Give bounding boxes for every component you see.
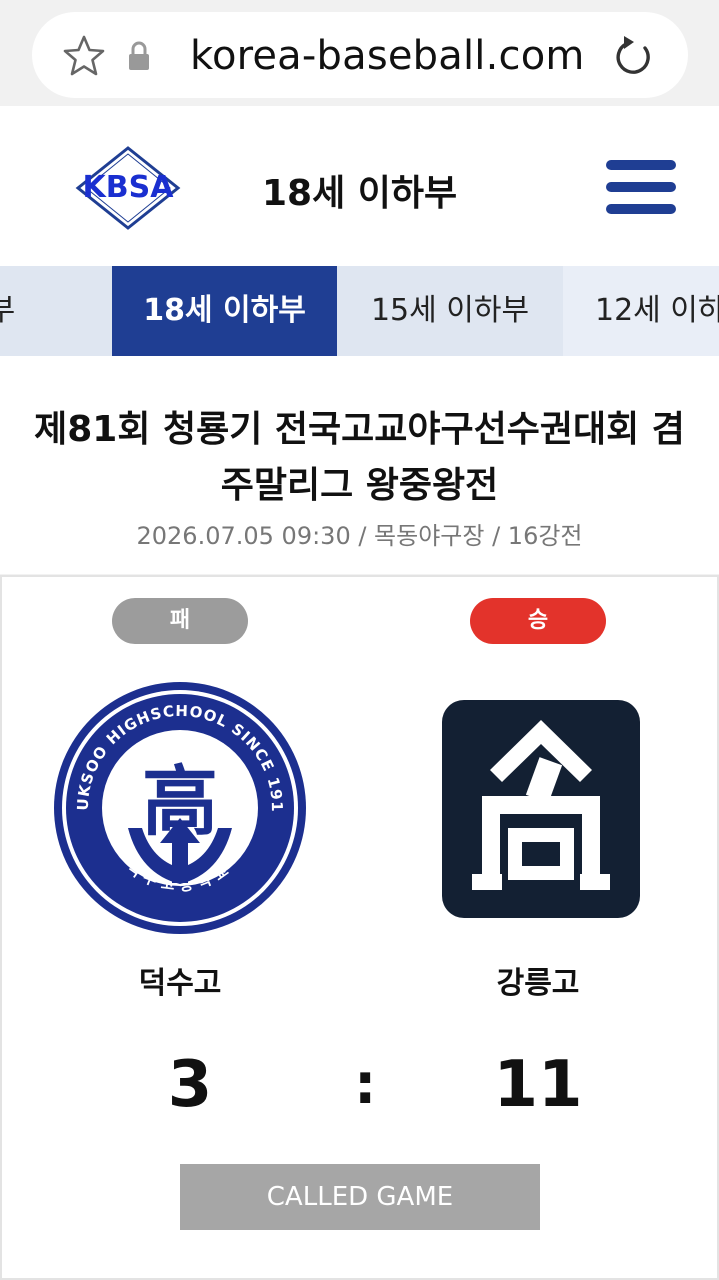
tab-university[interactable]: 학부: [0, 266, 112, 356]
score-separator: :: [354, 1052, 377, 1117]
star-outline-icon[interactable]: [62, 34, 106, 78]
page-title: 18세 이하부: [262, 173, 458, 214]
kbsa-logo[interactable]: KBSA: [66, 146, 190, 230]
home-score: 3: [167, 1048, 213, 1122]
lock-icon: [129, 41, 149, 70]
tab-under-18[interactable]: 18세 이하부: [112, 266, 337, 356]
game-meta: 2026.07.05 09:30 / 목동야구장 / 16강전: [136, 522, 583, 550]
svg-text:KBSA: KBSA: [83, 170, 175, 205]
home-team-name[interactable]: 덕수고: [70, 958, 290, 1002]
gangneung-emblem: [442, 700, 640, 918]
url-text[interactable]: korea-baseball.com: [190, 30, 585, 82]
game-status-button[interactable]: CALLED GAME: [180, 1164, 540, 1230]
hamburger-menu-icon[interactable]: [606, 158, 676, 216]
result-badge-loss: 패: [112, 598, 248, 644]
away-team-name[interactable]: 강릉고: [428, 958, 648, 1002]
age-group-tabs: 학부 18세 이하부 15세 이하부 12세 이하: [0, 266, 719, 356]
away-score: 11: [493, 1048, 583, 1122]
tab-under-15[interactable]: 15세 이하부: [337, 266, 563, 356]
reload-icon[interactable]: [612, 32, 656, 80]
duksoo-emblem: DUKSOO HIGHSCHOOL SINCE 1910 덕수고등학교 高: [50, 678, 306, 934]
tab-under-12[interactable]: 12세 이하: [563, 266, 719, 356]
svg-text:高: 高: [142, 757, 218, 846]
result-badge-win: 승: [470, 598, 606, 644]
game-title: 제81회 청룡기 전국고교야구선수권대회 겸 주말리그 왕중왕전: [34, 409, 685, 506]
